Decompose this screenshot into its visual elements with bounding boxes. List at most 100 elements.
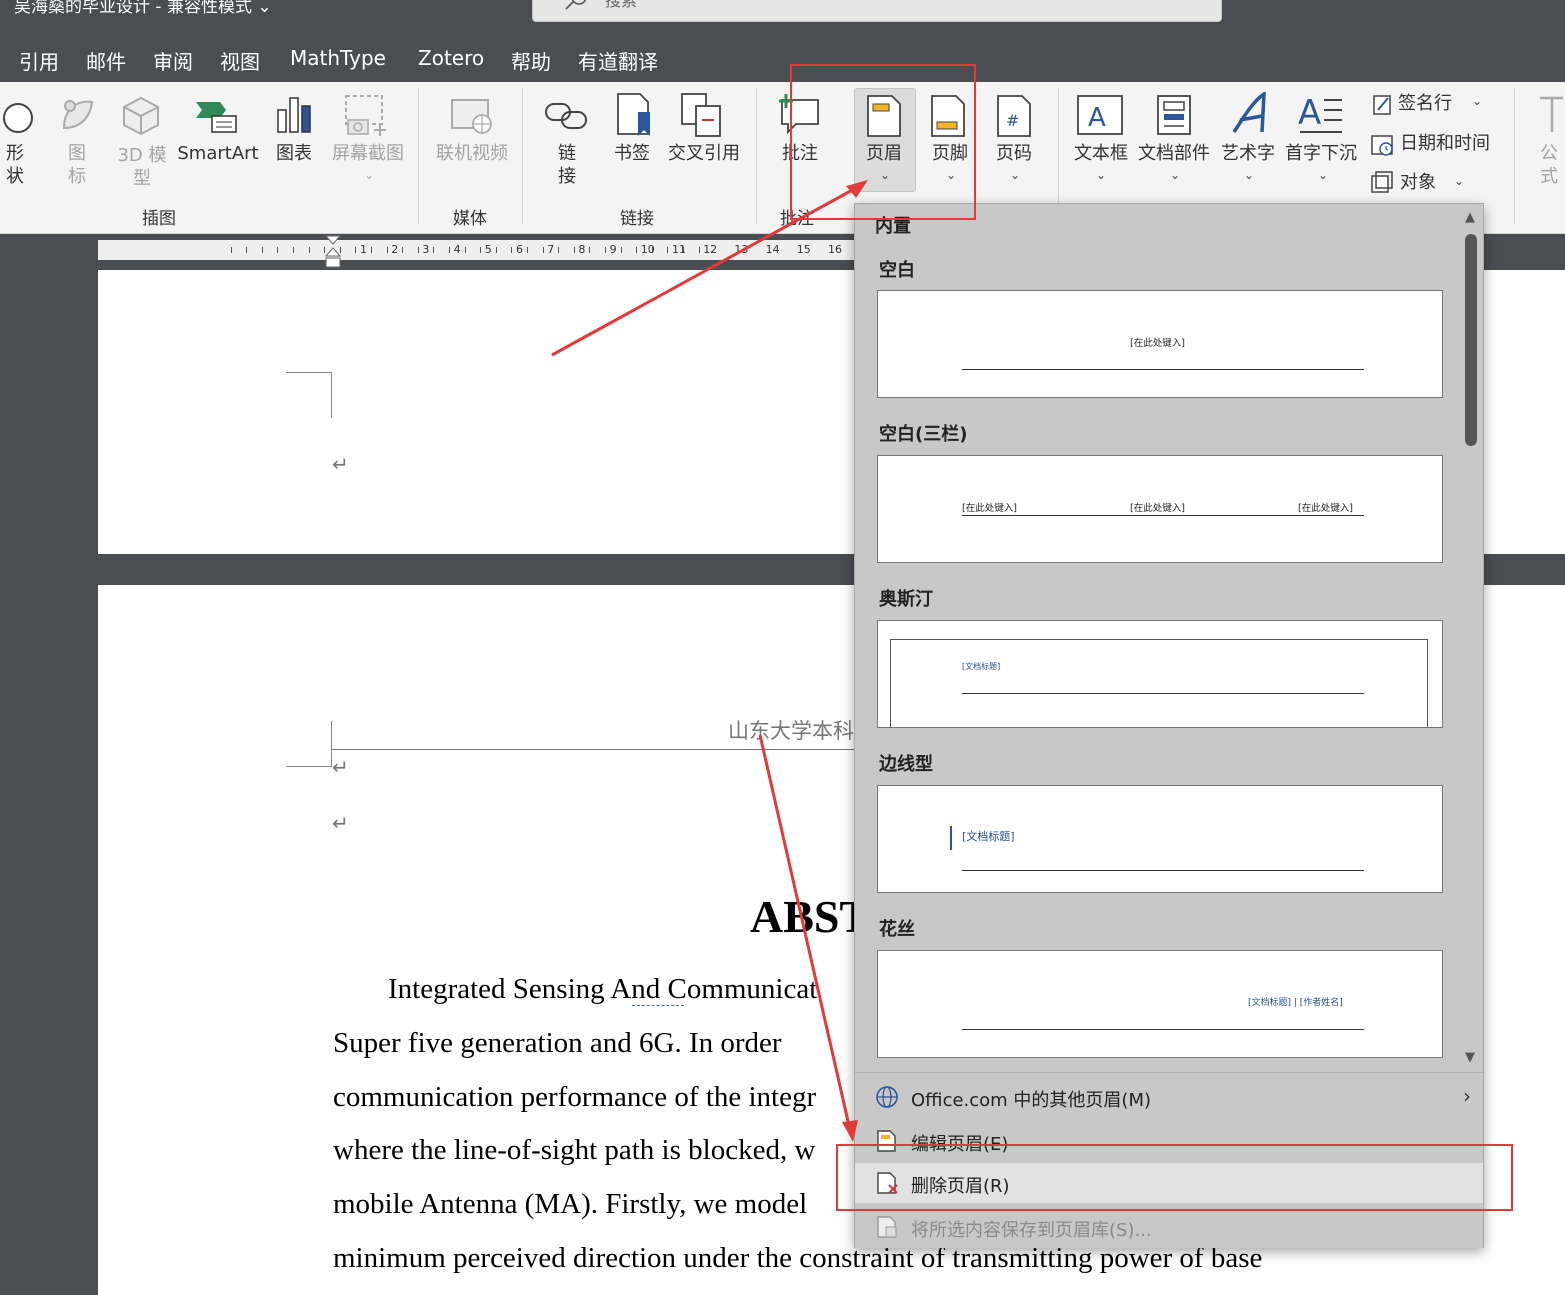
gallery-item-blank[interactable]: [在此处键入] (877, 290, 1443, 398)
signature-line-button[interactable]: 签名行 (1398, 92, 1452, 115)
ruler-tick (605, 247, 606, 253)
ruler-tick (636, 247, 638, 253)
bookmark-button[interactable]: 书签 (608, 142, 656, 165)
tab-view[interactable]: 视图 (220, 46, 260, 75)
icons-button[interactable]: 图标 (62, 142, 92, 188)
scroll-thumb[interactable] (1465, 234, 1477, 446)
ruler-tick (386, 247, 388, 253)
group-illustrations: 插图 (142, 209, 176, 229)
ruler-number: 6 (516, 243, 523, 256)
gallery-item-blank-three-column[interactable]: [在此处键入] [在此处键入] [在此处键入] (877, 455, 1443, 563)
shapes-icon (3, 103, 33, 133)
placeholder-text: [文档标题] (962, 662, 1001, 671)
menu-item-save-to-gallery[interactable]: 将所选内容保存到页眉库(S)... (855, 1207, 1483, 1247)
annotation-box (790, 64, 976, 220)
body-text-line[interactable]: mobile Antenna (MA). Firstly, we model (333, 1188, 807, 1221)
search-placeholder: 搜索 (605, 0, 638, 10)
text-box-button[interactable]: 文本框 (1070, 142, 1132, 165)
wordart-button[interactable]: 艺术字 (1218, 142, 1278, 165)
ruler-tick (355, 247, 357, 253)
tab-mailings[interactable]: 邮件 (86, 46, 126, 75)
tab-zotero[interactable]: Zotero (418, 46, 484, 70)
chevron-right-icon: › (1463, 1084, 1471, 1108)
gallery-scrollbar[interactable]: ▲ ▼ (1461, 208, 1481, 1068)
gallery-item-label: 花丝 (879, 919, 915, 940)
menu-item-more-headers[interactable]: Office.com 中的其他页眉(M) › (855, 1077, 1483, 1117)
chevron-down-icon: ⌄ (1472, 94, 1483, 108)
ruler-tick (589, 247, 591, 253)
document-title[interactable]: 吴海燊的毕业设计 - 兼容性模式 ⌄ (14, 0, 272, 17)
ruler-tick (293, 247, 294, 253)
gallery-item-label: 空白 (879, 260, 915, 281)
gallery-item-sideline[interactable]: [文档标题] (877, 785, 1443, 893)
watermark: CSDN @WHS-_-2022 (1406, 1271, 1551, 1287)
gallery-item-austin[interactable]: [文档标题] (877, 620, 1443, 728)
ruler-number: 10 (640, 243, 655, 256)
smartart-button[interactable]: SmartArt (176, 142, 260, 165)
link-icon (545, 103, 587, 129)
scroll-up-icon[interactable]: ▲ (1465, 210, 1475, 225)
3d-models-button[interactable]: 3D 模型 (112, 144, 172, 190)
chart-button[interactable]: 图表 (270, 142, 318, 165)
cross-reference-button[interactable]: 交叉引用 (666, 142, 742, 165)
ruler-tick (433, 247, 435, 253)
ruler-tick (449, 247, 450, 253)
ruler-tick (542, 247, 544, 253)
screenshot-icon (345, 95, 386, 136)
ruler-number: 5 (484, 243, 492, 256)
drop-cap-button[interactable]: 首字下沉 (1282, 142, 1360, 165)
ruler-tick (527, 247, 528, 253)
indent-marker-icon[interactable] (324, 234, 342, 270)
quick-parts-button[interactable]: 文档部件 (1136, 142, 1212, 165)
screenshot-button[interactable]: 屏幕截图 (328, 142, 408, 165)
search-box[interactable]: 搜索 (532, 0, 1222, 22)
body-text-line[interactable]: where the line-of-sight path is blocked,… (333, 1134, 815, 1167)
ruler-number: 11 (672, 243, 686, 256)
ruler-number: 7 (547, 243, 555, 256)
svg-text:A: A (1298, 93, 1321, 133)
ruler-tick (230, 247, 232, 253)
scroll-down-icon[interactable]: ▼ (1465, 1050, 1475, 1065)
tab-review[interactable]: 审阅 (153, 46, 193, 75)
chevron-down-icon: ⌄ (1318, 168, 1329, 182)
tab-references[interactable]: 引用 (19, 46, 59, 75)
object-button[interactable]: 对象 (1400, 171, 1436, 194)
tab-mathtype[interactable]: MathType (290, 46, 386, 70)
page-number-button[interactable]: 页码 (990, 142, 1038, 165)
paragraph-mark: ↵ (332, 452, 349, 476)
online-video-button[interactable]: 联机视频 (432, 142, 512, 165)
equation-button[interactable]: 公式 (1540, 142, 1565, 188)
placeholder-text: [在此处键入] (1298, 503, 1353, 514)
gallery-item-label: 奥斯汀 (879, 589, 933, 610)
ruler-tick (371, 247, 372, 253)
equation-icon (1540, 96, 1563, 132)
icons-icon (62, 100, 94, 130)
body-text-line[interactable]: communication performance of the integr (333, 1081, 816, 1114)
ruler-tick (417, 247, 419, 253)
ruler-tick (511, 247, 513, 253)
search-icon (565, 0, 587, 10)
title-bar: 吴海燊的毕业设计 - 兼容性模式 ⌄ 搜索 (0, 0, 1565, 36)
header-rule (962, 870, 1364, 871)
crop-mark (286, 721, 332, 767)
date-time-button[interactable]: 日期和时间 (1400, 132, 1490, 155)
tab-youdao[interactable]: 有道翻译 (578, 46, 658, 75)
body-text-line[interactable]: Integrated Sensing And Communicat (388, 973, 817, 1006)
ruler-number: 13 (734, 243, 749, 256)
header-gallery-dropdown: 内置 空白 [在此处键入] 空白(三栏) [在此处键入] [在此处键入] [在此… (854, 203, 1484, 1248)
paragraph-mark: ↵ (332, 755, 349, 779)
ruler-tick (277, 247, 279, 253)
body-text-line[interactable]: Super five generation and 6G. In order (333, 1027, 782, 1060)
abstract-heading[interactable]: ABST (750, 890, 870, 943)
crop-mark (286, 372, 332, 418)
placeholder-text: [在此处键入] (1130, 503, 1185, 514)
ruler-number: 15 (796, 243, 811, 256)
group-links: 链接 (620, 209, 654, 229)
ruler-tick (402, 247, 404, 253)
tab-help[interactable]: 帮助 (511, 46, 551, 75)
gallery-item-filigree[interactable]: [文档标题] | [作者姓名] (877, 950, 1443, 1058)
paragraph-mark: ↵ (332, 811, 349, 835)
gallery-item-label: 边线型 (879, 754, 933, 775)
link-button[interactable]: 链接 (552, 142, 582, 188)
page-header-text[interactable]: 山东大学本科 (728, 715, 854, 745)
